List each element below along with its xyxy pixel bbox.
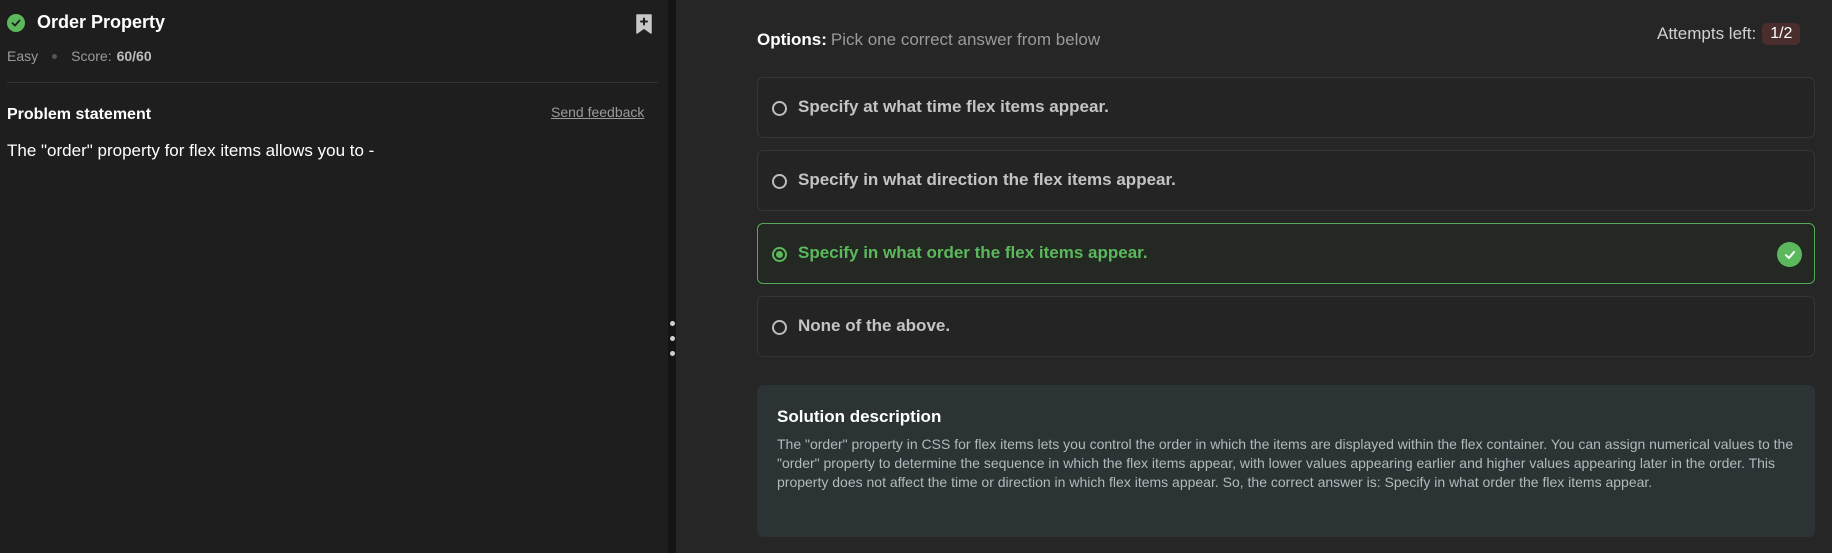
options-hint: Pick one correct answer from below xyxy=(830,30,1101,49)
divider xyxy=(7,82,658,83)
bookmark-plus-icon[interactable] xyxy=(634,13,654,35)
option-text: None of the above. xyxy=(798,316,951,335)
options-header: Options: Pick one correct answer from bel… xyxy=(757,30,1100,50)
radio-button[interactable] xyxy=(772,320,787,335)
solution-title: Solution description xyxy=(777,407,942,426)
score-value: 60/60 xyxy=(116,48,152,64)
option-2[interactable]: Specify in what direction the flex items… xyxy=(757,150,1815,211)
app: Order Property Easy Score: 60/60 Problem… xyxy=(0,0,1832,553)
problem-statement-text: The "order" property for flex items allo… xyxy=(7,141,375,160)
radio-button[interactable] xyxy=(772,101,787,116)
problem-title: Order Property xyxy=(37,12,166,32)
score-label: Score: xyxy=(71,48,112,64)
solution-panel: Solution description The "order" propert… xyxy=(757,385,1815,537)
vertical-dots-icon[interactable] xyxy=(668,321,676,357)
option-1[interactable]: Specify at what time flex items appear. xyxy=(757,77,1815,138)
problem-meta: Easy Score: 60/60 xyxy=(7,48,152,64)
solution-text: The "order" property in CSS for flex ite… xyxy=(777,436,1794,490)
difficulty-label: Easy xyxy=(7,48,39,64)
attempts-badge: 1/2 xyxy=(1762,23,1801,45)
attempts-indicator: Attempts left: 1/2 xyxy=(1657,23,1801,45)
check-circle-icon xyxy=(7,13,25,32)
problem-statement-heading: Problem statement xyxy=(7,106,152,123)
radio-button[interactable] xyxy=(772,174,787,189)
panel-splitter[interactable] xyxy=(668,0,676,553)
check-circle-icon xyxy=(1777,242,1802,267)
option-text: Specify at what time flex items appear. xyxy=(798,97,1109,116)
option-3[interactable]: Specify in what order the flex items app… xyxy=(757,223,1815,284)
attempts-label: Attempts left: xyxy=(1657,24,1757,43)
option-text: Specify in what order the flex items app… xyxy=(798,243,1148,262)
options-label: Options: xyxy=(757,30,827,49)
title-row: Order Property xyxy=(7,12,165,33)
send-feedback-link[interactable]: Send feedback xyxy=(551,104,644,120)
option-4[interactable]: None of the above. xyxy=(757,296,1815,357)
problem-panel: Order Property Easy Score: 60/60 Problem… xyxy=(0,0,668,553)
option-text: Specify in what direction the flex items… xyxy=(798,170,1176,189)
radio-button-selected[interactable] xyxy=(772,247,787,262)
meta-separator xyxy=(52,53,58,59)
